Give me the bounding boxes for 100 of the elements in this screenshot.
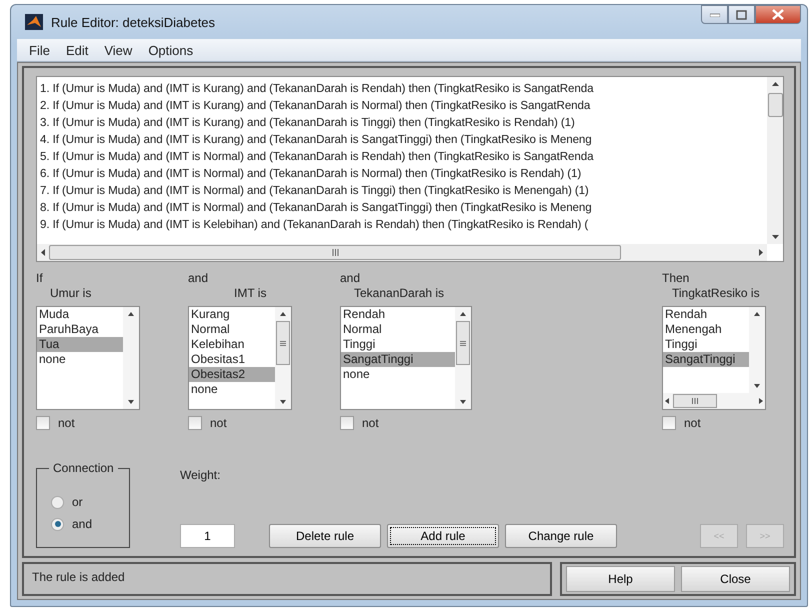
connector-label: and bbox=[340, 271, 362, 285]
vertical-scrollbar[interactable] bbox=[455, 307, 471, 409]
up-arrow-icon[interactable] bbox=[460, 312, 466, 316]
menu-item[interactable]: Edit bbox=[58, 40, 96, 60]
minimize-button[interactable] bbox=[701, 5, 728, 24]
value-listbox[interactable]: Rendah Normal Tinggi SangatTinggi none bbox=[340, 306, 472, 410]
status-text: The rule is added bbox=[32, 570, 125, 584]
footer-button[interactable]: Help bbox=[566, 566, 675, 592]
checkbox-label: not bbox=[210, 416, 227, 430]
up-arrow-icon[interactable] bbox=[772, 82, 778, 86]
value-item[interactable]: SangatTinggi bbox=[663, 352, 749, 367]
value-listbox[interactable]: Muda ParuhBaya Tua none bbox=[36, 306, 140, 410]
radio-label: and bbox=[72, 517, 92, 531]
value-listbox[interactable]: Kurang Normal Kelebihan Obesitas1 Obesitas2 none bbox=[188, 306, 292, 410]
up-arrow-icon[interactable] bbox=[128, 312, 134, 316]
maximize-icon bbox=[736, 10, 747, 20]
value-item[interactable]: none bbox=[189, 382, 275, 397]
footer-button[interactable]: Close bbox=[681, 566, 790, 592]
rule-item[interactable]: 6. If (Umur is Muda) and (IMT is Normal) and (TekananDarah is Normal) then (TingkatResiko is Rendah) (1) bbox=[40, 165, 765, 182]
rule-item[interactable]: 9. If (Umur is Muda) and (IMT is Kelebihan) and (TekananDarah is Rendah) then (TingkatResiko is Rendah) ( bbox=[40, 216, 765, 233]
variable-label: TekananDarah is bbox=[353, 285, 446, 301]
left-arrow-icon[interactable] bbox=[665, 398, 669, 404]
radio-label: or bbox=[72, 495, 83, 509]
scroll-thumb[interactable] bbox=[456, 321, 470, 365]
value-item[interactable]: Rendah bbox=[341, 307, 455, 322]
scroll-thumb[interactable] bbox=[768, 93, 782, 117]
rule-item[interactable]: 7. If (Umur is Muda) and (IMT is Normal) and (TekananDarah is Tinggi) then (TingkatResiko is Menengah) (1) bbox=[40, 182, 765, 199]
value-item[interactable]: Normal bbox=[189, 322, 275, 337]
rule-item[interactable]: 1. If (Umur is Muda) and (IMT is Kurang) and (TekananDarah is Rendah) then (TingkatResiko is SangatRenda bbox=[40, 80, 765, 97]
value-item[interactable]: Normal bbox=[341, 322, 455, 337]
scroll-thumb[interactable] bbox=[673, 394, 717, 408]
value-item[interactable]: ParuhBaya bbox=[37, 322, 123, 337]
close-button[interactable] bbox=[755, 5, 801, 24]
right-arrow-icon[interactable] bbox=[759, 249, 763, 256]
not-checkbox[interactable] bbox=[662, 416, 676, 430]
action-button[interactable]: Change rule bbox=[505, 524, 617, 548]
value-listbox[interactable]: Rendah Menengah Tinggi SangatTinggi bbox=[662, 306, 766, 410]
vertical-scrollbar[interactable] bbox=[123, 307, 139, 409]
down-arrow-icon[interactable] bbox=[754, 384, 760, 388]
value-item[interactable]: Tua bbox=[37, 337, 123, 352]
close-icon bbox=[772, 9, 784, 20]
value-item[interactable]: Kurang bbox=[189, 307, 275, 322]
down-arrow-icon[interactable] bbox=[128, 400, 134, 404]
down-arrow-icon[interactable] bbox=[460, 400, 466, 404]
left-arrow-icon[interactable] bbox=[41, 249, 45, 256]
maximize-button[interactable] bbox=[728, 5, 755, 24]
value-item[interactable]: Tinggi bbox=[341, 337, 455, 352]
weight-label: Weight: bbox=[180, 468, 222, 482]
value-item[interactable]: Kelebihan bbox=[189, 337, 275, 352]
connector-label: and bbox=[188, 271, 210, 285]
menu-item[interactable]: Options bbox=[140, 40, 202, 60]
up-arrow-icon[interactable] bbox=[754, 312, 760, 316]
menu-item[interactable]: File bbox=[21, 40, 58, 60]
rule-item[interactable]: 2. If (Umur is Muda) and (IMT is Kurang) and (TekananDarah is Normal) then (TingkatResiko is SangatRenda bbox=[40, 97, 765, 114]
value-item[interactable]: Rendah bbox=[663, 307, 749, 322]
checkbox-label: not bbox=[58, 416, 75, 430]
not-checkbox[interactable] bbox=[340, 416, 354, 430]
vertical-scrollbar[interactable] bbox=[749, 307, 765, 393]
value-item[interactable]: Menengah bbox=[663, 322, 749, 337]
action-button[interactable]: Delete rule bbox=[269, 524, 381, 548]
scroll-thumb[interactable] bbox=[276, 321, 290, 365]
minimize-icon bbox=[710, 12, 720, 16]
grip-icon bbox=[280, 340, 286, 346]
horizontal-scrollbar[interactable] bbox=[37, 244, 767, 261]
value-item[interactable]: Tinggi bbox=[663, 337, 749, 352]
scroll-thumb[interactable] bbox=[49, 245, 621, 260]
checkbox-label: not bbox=[362, 416, 379, 430]
value-item[interactable]: none bbox=[341, 367, 455, 382]
checkbox-label: not bbox=[684, 416, 701, 430]
value-item[interactable]: none bbox=[37, 352, 123, 367]
app-logo-icon bbox=[25, 14, 43, 30]
variable-label: TingkatResiko is bbox=[671, 285, 761, 301]
vertical-scrollbar[interactable] bbox=[275, 307, 291, 409]
up-arrow-icon[interactable] bbox=[280, 312, 286, 316]
not-checkbox[interactable] bbox=[188, 416, 202, 430]
window-title: Rule Editor: deteksiDiabetes bbox=[51, 14, 216, 30]
menu-item[interactable]: View bbox=[96, 40, 140, 60]
horizontal-scrollbar[interactable] bbox=[663, 393, 765, 409]
radio-button[interactable] bbox=[51, 518, 64, 530]
action-button[interactable]: Add rule bbox=[387, 524, 499, 548]
value-item[interactable]: SangatTinggi bbox=[341, 352, 455, 367]
value-item[interactable]: Muda bbox=[37, 307, 123, 322]
rule-item[interactable]: 5. If (Umur is Muda) and (IMT is Normal) and (TekananDarah is Rendah) then (TingkatResiko is SangatRenda bbox=[40, 148, 765, 165]
rule-item[interactable]: 4. If (Umur is Muda) and (IMT is Kurang) and (TekananDarah is SangatTinggi) then (TingkatResiko is Meneng bbox=[40, 131, 765, 148]
radio-button[interactable] bbox=[51, 496, 64, 508]
weight-field[interactable]: 1 bbox=[180, 524, 235, 548]
rule-item[interactable]: 8. If (Umur is Muda) and (IMT is Normal) and (TekananDarah is SangatTinggi) then (TingkatResiko is Meneng bbox=[40, 199, 765, 216]
grip-icon bbox=[332, 249, 338, 256]
rule-list[interactable] bbox=[36, 76, 784, 262]
right-arrow-icon[interactable] bbox=[759, 398, 763, 404]
down-arrow-icon[interactable] bbox=[772, 235, 778, 239]
value-item[interactable]: Obesitas2 bbox=[189, 367, 275, 382]
value-item[interactable]: Obesitas1 bbox=[189, 352, 275, 367]
not-checkbox[interactable] bbox=[36, 416, 50, 430]
vertical-scrollbar[interactable] bbox=[767, 77, 783, 244]
grip-icon bbox=[692, 398, 698, 404]
grip-icon bbox=[460, 340, 466, 346]
variable-label: IMT is bbox=[233, 285, 268, 301]
rule-item[interactable]: 3. If (Umur is Muda) and (IMT is Kurang) and (TekananDarah is Tinggi) then (TingkatResiko is Rendah) (1) bbox=[40, 114, 765, 131]
down-arrow-icon[interactable] bbox=[280, 400, 286, 404]
